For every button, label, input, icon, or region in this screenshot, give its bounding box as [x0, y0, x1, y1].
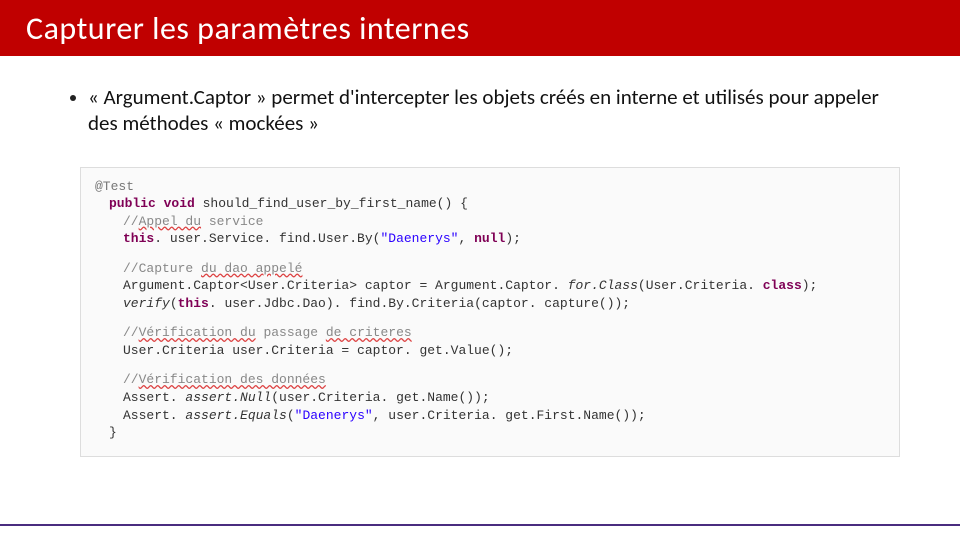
bullet-dot-icon	[70, 95, 76, 101]
code-keyword: class	[763, 278, 802, 293]
code-keyword: public void	[109, 196, 195, 211]
code-text: Argument.Captor<User.Criteria> captor = …	[123, 278, 568, 293]
code-text: (	[170, 296, 178, 311]
code-keyword: null	[474, 231, 505, 246]
code-text: Assert.	[123, 408, 185, 423]
code-comment: //	[123, 325, 139, 340]
code-comment: passage	[256, 325, 326, 340]
bullet-text: « Argument.Captor » permet d'intercepter…	[88, 84, 900, 137]
code-keyword: this	[123, 231, 154, 246]
code-static-call: verify	[123, 296, 170, 311]
code-annotation: @Test	[95, 179, 134, 194]
code-string: "Daenerys"	[380, 231, 458, 246]
title-band: Capturer les paramètres internes	[0, 0, 960, 56]
slide-body: « Argument.Captor » permet d'intercepter…	[0, 56, 960, 457]
code-comment: de criteres	[326, 325, 412, 340]
code-text: . user.Jdbc.Dao). find.By.Criteria(capto…	[209, 296, 630, 311]
code-static-call: assert.Equals	[185, 408, 286, 423]
code-text: ,	[458, 231, 474, 246]
code-comment: Appel du	[139, 214, 201, 229]
footer-divider	[0, 524, 960, 526]
code-comment: //	[123, 372, 139, 387]
code-text: should_find_user_by_first_name() {	[195, 196, 468, 211]
code-keyword: this	[178, 296, 209, 311]
code-comment: Vérification du	[139, 325, 256, 340]
code-block: @Test public void should_find_user_by_fi…	[80, 167, 900, 457]
code-comment: //	[123, 214, 139, 229]
code-text: , user.Criteria. get.First.Name());	[373, 408, 646, 423]
code-text: );	[505, 231, 521, 246]
code-string: "Daenerys"	[295, 408, 373, 423]
code-text: (User.Criteria.	[638, 278, 763, 293]
code-text: . user.Service. find.User.By(	[154, 231, 380, 246]
slide-title: Capturer les paramètres internes	[26, 9, 470, 48]
code-text: (user.Criteria. get.Name());	[271, 390, 489, 405]
bullet-item: « Argument.Captor » permet d'intercepter…	[70, 84, 900, 137]
code-text: User.Criteria user.Criteria = captor. ge…	[123, 343, 513, 358]
slide: Capturer les paramètres internes « Argum…	[0, 0, 960, 540]
code-static-call: for.Class	[568, 278, 638, 293]
code-comment: Vérification des données	[139, 372, 326, 387]
code-comment: service	[201, 214, 263, 229]
code-text: Assert.	[123, 390, 185, 405]
code-comment: //Capture	[123, 261, 201, 276]
code-text: );	[802, 278, 818, 293]
code-comment: du dao appelé	[201, 261, 302, 276]
code-text: (	[287, 408, 295, 423]
code-static-call: assert.Null	[185, 390, 271, 405]
code-text: }	[109, 425, 117, 440]
